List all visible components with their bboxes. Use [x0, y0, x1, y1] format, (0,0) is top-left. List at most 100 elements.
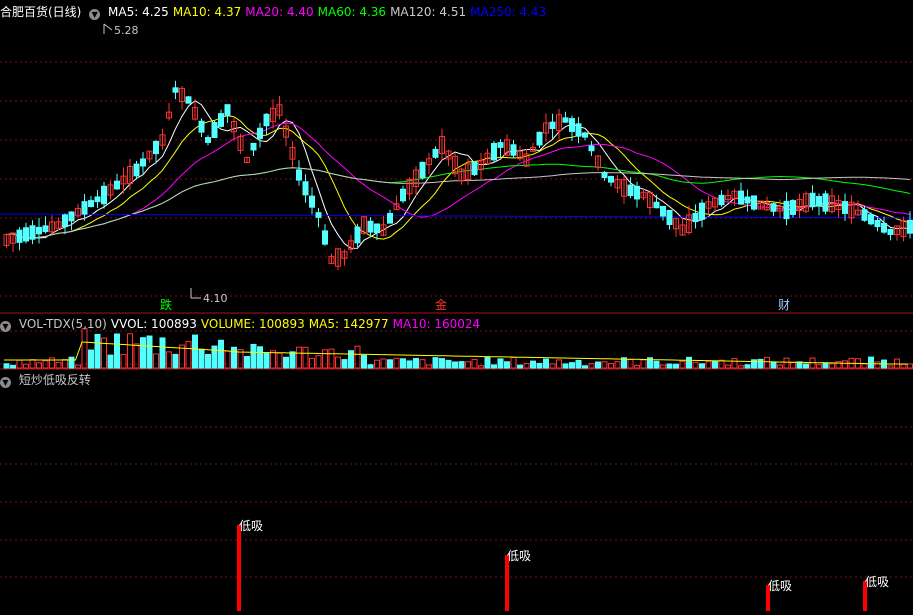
candle-body[interactable] — [185, 96, 192, 104]
candle-body[interactable] — [491, 142, 497, 161]
volume-bar[interactable] — [198, 348, 205, 369]
volume-bar[interactable] — [55, 361, 62, 369]
candle-body[interactable] — [400, 188, 406, 202]
candle-body[interactable] — [374, 223, 380, 234]
candle-body[interactable] — [751, 195, 757, 210]
volume-bar[interactable] — [250, 343, 257, 369]
signal-bar[interactable] — [237, 525, 241, 611]
candle-body[interactable] — [419, 161, 426, 179]
volume-bar[interactable] — [770, 361, 777, 369]
candle-body[interactable] — [536, 131, 543, 146]
candle-body[interactable] — [315, 212, 322, 218]
volume-bar[interactable] — [153, 353, 159, 369]
volume-bar[interactable] — [660, 364, 666, 369]
candle-body[interactable] — [881, 222, 887, 233]
candle-body[interactable] — [354, 226, 361, 244]
volume-bar[interactable] — [432, 357, 439, 369]
volume-bar[interactable] — [140, 337, 146, 369]
volume-bar[interactable] — [666, 363, 673, 369]
candle-body[interactable] — [296, 169, 302, 181]
volume-bar[interactable] — [497, 358, 504, 369]
volume-bar[interactable] — [634, 364, 640, 369]
volume-bar[interactable] — [484, 356, 491, 369]
volume-bar[interactable] — [328, 348, 335, 369]
candle-body[interactable] — [140, 158, 146, 167]
volume-bar[interactable] — [257, 346, 263, 369]
volume-bar[interactable] — [23, 363, 29, 369]
candle-body[interactable] — [699, 202, 705, 220]
volume-bar[interactable] — [107, 354, 114, 369]
volume-bar[interactable] — [705, 361, 712, 369]
volume-bar[interactable] — [543, 358, 549, 369]
signal-indicator-title[interactable]: 短炒低吸反转 — [19, 373, 91, 387]
volume-bar[interactable] — [504, 361, 510, 369]
volume-bar[interactable] — [75, 364, 81, 369]
candle-body[interactable] — [29, 225, 36, 240]
volume-bar[interactable] — [49, 357, 55, 369]
volume-bar[interactable] — [575, 359, 582, 369]
event-marker[interactable]: 金 — [435, 297, 447, 312]
candle-body[interactable] — [601, 171, 608, 179]
event-marker[interactable]: 跌 — [160, 297, 172, 312]
candle-body[interactable] — [868, 214, 874, 225]
volume-bar[interactable] — [517, 364, 523, 369]
candle-body[interactable] — [211, 121, 218, 139]
volume-bar[interactable] — [816, 364, 822, 369]
candle-body[interactable] — [809, 192, 816, 208]
volume-bar[interactable] — [686, 356, 692, 369]
collapse-toggle-icon[interactable]: ▼ — [0, 377, 11, 388]
volume-bar[interactable] — [530, 360, 536, 369]
candle-body[interactable] — [744, 196, 751, 204]
candle-body[interactable] — [302, 181, 309, 196]
volume-bar[interactable] — [354, 345, 361, 369]
candle-body[interactable] — [549, 121, 556, 130]
candle-body[interactable] — [822, 193, 829, 212]
volume-bar[interactable] — [400, 358, 406, 369]
candle-body[interactable] — [257, 127, 263, 139]
volume-bar[interactable] — [673, 363, 679, 369]
volume-bar[interactable] — [296, 346, 302, 369]
volume-bar[interactable] — [478, 365, 484, 369]
volume-bar[interactable] — [861, 363, 868, 369]
volume-bar[interactable] — [335, 356, 341, 369]
volume-bar[interactable] — [569, 362, 575, 369]
volume-bar[interactable] — [120, 353, 127, 369]
candle-body[interactable] — [153, 140, 159, 155]
candle-body[interactable] — [432, 148, 439, 158]
volume-bar[interactable] — [699, 363, 705, 369]
volume-bar[interactable] — [205, 353, 211, 369]
stock-title[interactable]: 合肥百货(日线) — [0, 5, 81, 19]
collapse-toggle-icon[interactable]: ▼ — [0, 321, 11, 332]
event-marker[interactable]: 财 — [778, 298, 790, 312]
candle-body[interactable] — [874, 219, 881, 228]
candle-body[interactable] — [218, 113, 224, 127]
candle-body[interactable] — [588, 145, 595, 152]
candle-body[interactable] — [42, 225, 49, 233]
volume-bar[interactable] — [491, 364, 497, 369]
volume-bar[interactable] — [315, 355, 322, 369]
volume-bar[interactable] — [309, 357, 315, 369]
volume-bar[interactable] — [3, 363, 10, 369]
volume-bar[interactable] — [465, 361, 471, 369]
signal-bars[interactable]: 低吸低吸低吸 低吸 — [237, 519, 889, 611]
volume-bar[interactable] — [900, 363, 907, 369]
candle-body[interactable] — [887, 229, 894, 235]
candle-body[interactable] — [387, 212, 393, 224]
collapse-toggle-icon[interactable]: ▼ — [89, 9, 101, 20]
volume-bar[interactable] — [218, 339, 224, 369]
volume-bar[interactable] — [81, 328, 88, 369]
volume-bar[interactable] — [192, 334, 198, 369]
volume-bar[interactable] — [263, 352, 270, 369]
volume-bar[interactable] — [738, 365, 744, 369]
candle-body[interactable] — [783, 200, 790, 220]
volume-bar[interactable] — [276, 352, 283, 369]
volume-bar[interactable] — [367, 364, 374, 369]
candle-body[interactable] — [250, 142, 257, 151]
candle-body[interactable] — [263, 113, 270, 127]
volume-bar[interactable] — [270, 350, 276, 369]
volume-bar[interactable] — [595, 361, 601, 369]
candle-body[interactable] — [367, 220, 374, 233]
candle-body[interactable] — [497, 142, 504, 148]
volume-bar[interactable] — [211, 345, 218, 369]
candle-body[interactable] — [653, 201, 660, 209]
